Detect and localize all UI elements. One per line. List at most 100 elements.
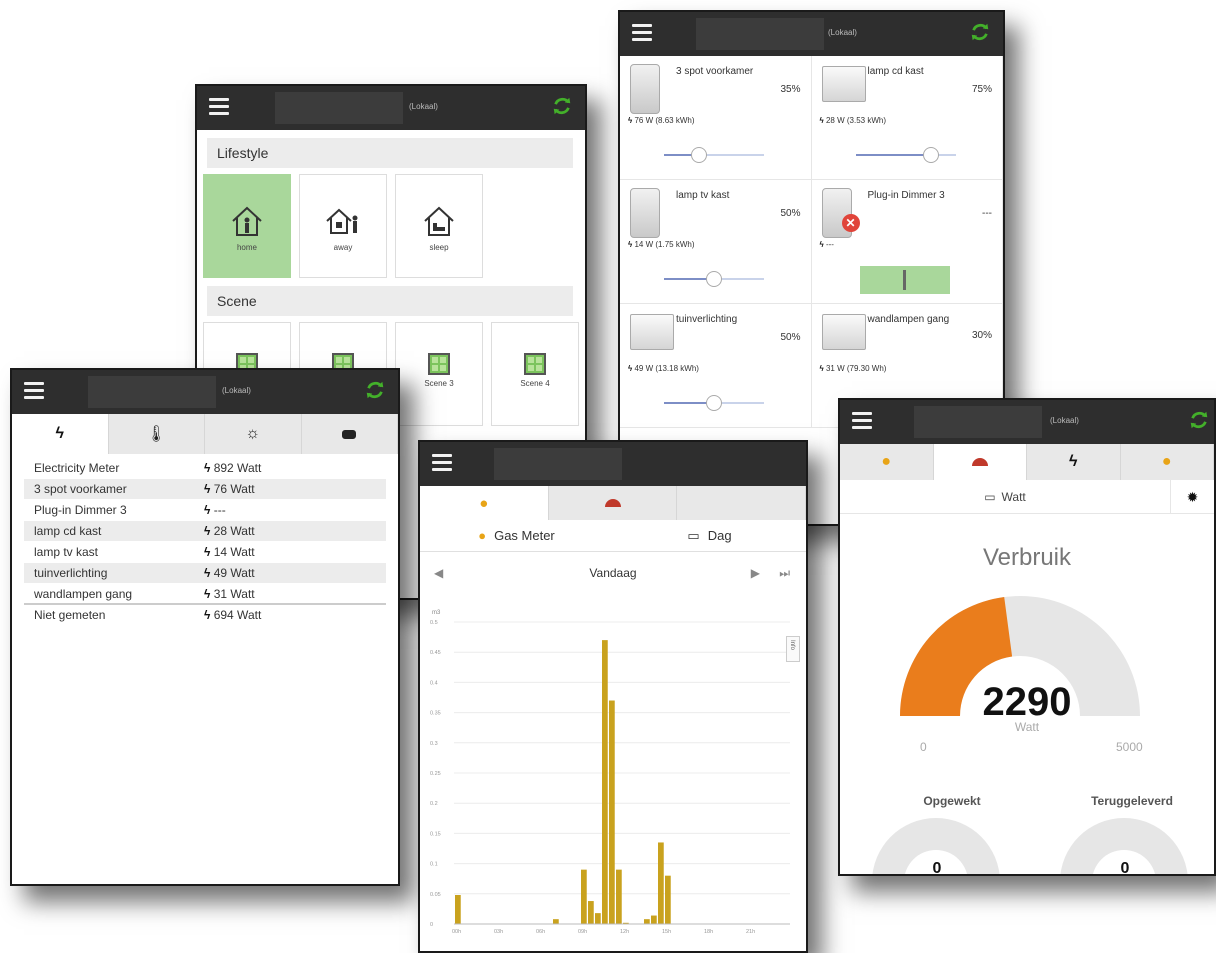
- calendar-icon: ▭: [984, 489, 996, 504]
- refresh-icon[interactable]: [551, 95, 573, 117]
- tab-extra[interactable]: [677, 486, 806, 520]
- scene-tile-3[interactable]: Scene 3: [395, 322, 483, 426]
- slider-knob[interactable]: [922, 147, 939, 163]
- dimmer-slider[interactable]: [664, 395, 764, 411]
- tab-electricity[interactable]: ϟ: [1027, 444, 1121, 480]
- mode-tile-sleep[interactable]: sleep: [395, 174, 483, 278]
- connection-label: (Lokaal): [1050, 416, 1079, 425]
- bolt-icon: ϟ: [819, 364, 824, 373]
- menu-icon[interactable]: [209, 98, 229, 116]
- mode-label: sleep: [429, 243, 449, 252]
- bolt-icon: ϟ: [819, 240, 824, 249]
- flame-icon: ●: [1161, 453, 1172, 470]
- connection-label: (Lokaal): [409, 102, 438, 111]
- top-bar: (Lokaal): [12, 370, 398, 414]
- x-tick-label: 00h: [452, 929, 461, 935]
- list-item: tuinverlichting ϟ 49 Watt: [24, 563, 386, 584]
- x-tick-label: 03h: [494, 929, 503, 935]
- info-toggle[interactable]: Info: [786, 636, 800, 662]
- tab-temperature[interactable]: 🌡: [109, 414, 205, 454]
- dimmer-module-icon: [821, 66, 866, 102]
- switch-name: tuinverlichting: [676, 314, 738, 325]
- settings-icon[interactable]: ✹: [1170, 479, 1214, 514]
- top-bar: (Lokaal): [620, 12, 1003, 56]
- switch-name: Plug-in Dimmer 3: [867, 190, 945, 201]
- unit-selector[interactable]: ▭ Watt: [840, 490, 1170, 504]
- tab-gas[interactable]: ●: [420, 486, 549, 520]
- switch-card[interactable]: 3 spot voorkamer 35% ϟ 76 W (8.63 kWh): [620, 56, 812, 180]
- meter-tab-bar: ●: [420, 486, 806, 520]
- meter-label: Gas Meter: [494, 528, 555, 543]
- gauge-value: 2290: [982, 680, 1072, 724]
- switch-card[interactable]: lamp tv kast 50% ϟ 14 W (1.75 kWh): [620, 180, 812, 304]
- menu-icon[interactable]: [432, 454, 452, 472]
- slider-knob[interactable]: [691, 147, 707, 163]
- list-item: wandlampen gang ϟ 31 Watt: [24, 584, 386, 605]
- bolt-icon: ϟ: [204, 503, 211, 517]
- gauge-min: 0: [920, 740, 927, 754]
- y-tick-label: 0.4: [430, 680, 438, 686]
- dimmer-slider[interactable]: [855, 147, 956, 163]
- refresh-icon[interactable]: [1188, 409, 1210, 431]
- toggle-switch-button[interactable]: [859, 266, 950, 294]
- mode-label: home: [236, 243, 257, 252]
- date-nav: ◀ Vandaag ▶ ⏭: [420, 552, 806, 596]
- house-bed-icon: [396, 203, 482, 239]
- bolt-icon: ϟ: [1069, 453, 1078, 470]
- plug-dimmer-icon: [630, 188, 660, 238]
- teruggeleverd-value: 0: [1120, 860, 1130, 876]
- tab-gauge[interactable]: [933, 444, 1027, 480]
- gas-bar-chart: m3 0 0.05 0.1 0.15 0.2 0.25 0.3 0.35 0.4 0.45 0.5 00…: [430, 610, 790, 935]
- teruggeleverd-title: Teruggeleverd: [1091, 794, 1173, 808]
- period-label: Dag: [707, 528, 732, 543]
- tab-solar[interactable]: ☼: [205, 414, 302, 454]
- tab-electricity[interactable]: ϟ: [12, 414, 109, 454]
- menu-icon[interactable]: [632, 24, 652, 42]
- menu-icon[interactable]: [24, 382, 44, 400]
- dimmer-module-icon: [630, 314, 674, 350]
- meter-selector[interactable]: ● Gas Meter: [420, 520, 613, 551]
- switch-card[interactable]: lamp cd kast 75% ϟ 28 W (3.53 kWh): [811, 56, 1003, 180]
- opgewekt-title: Opgewekt: [923, 794, 981, 808]
- next-icon[interactable]: ▶: [751, 566, 760, 580]
- house-away-icon: [300, 203, 386, 239]
- y-tick-label: 0: [430, 922, 433, 928]
- switch-card[interactable]: ✕ Plug-in Dimmer 3 --- ϟ ---: [811, 180, 1003, 304]
- info-label: Info: [789, 640, 795, 651]
- top-bar: [420, 442, 806, 486]
- tab-battery[interactable]: [302, 414, 398, 454]
- menu-icon[interactable]: [852, 412, 872, 430]
- switch-card[interactable]: tuinverlichting 50% ϟ 49 W (13.18 kWh): [620, 304, 812, 428]
- bar: [665, 875, 671, 924]
- refresh-icon[interactable]: [364, 379, 386, 401]
- energy-list: Electricity Meter ϟ 892 Watt 3 spot voork…: [12, 454, 398, 626]
- tab-gauge[interactable]: [549, 486, 678, 520]
- dimmer-slider[interactable]: [664, 147, 764, 163]
- y-tick-label: 0.35: [430, 711, 441, 717]
- scene-tile-4[interactable]: Scene 4: [491, 322, 579, 426]
- switch-power: ϟ 28 W (3.53 kWh): [819, 116, 886, 125]
- list-item: Electricity Meter ϟ 892 Watt: [24, 458, 386, 479]
- slider-knob[interactable]: [706, 395, 722, 411]
- list-item: Plug-in Dimmer 3ϟ ---: [24, 500, 386, 521]
- mode-tile-away[interactable]: away: [299, 174, 387, 278]
- list-item: 3 spot voorkamer ϟ 76 Watt: [24, 479, 386, 500]
- bar: [553, 919, 559, 924]
- mode-tile-home[interactable]: home: [203, 174, 291, 278]
- gauge-max: 5000: [1116, 740, 1143, 754]
- switch-percent: 75%: [971, 84, 992, 95]
- tab-gas-cost[interactable]: ●: [1121, 444, 1214, 480]
- unit-bar: ▭ Watt ✹: [840, 479, 1214, 514]
- bolt-icon: ϟ: [819, 116, 824, 125]
- dimmer-module-icon: [821, 314, 866, 350]
- controller-name-redacted: [275, 92, 403, 124]
- period-selector[interactable]: ▭ Dag: [613, 520, 806, 551]
- x-tick-label: 09h: [578, 929, 587, 935]
- tab-gas[interactable]: ●: [840, 444, 934, 480]
- y-tick-label: 0.05: [430, 892, 441, 898]
- last-icon[interactable]: ⏭: [779, 566, 790, 581]
- slider-knob[interactable]: [706, 271, 722, 287]
- opgewekt-value: 0: [932, 860, 942, 876]
- refresh-icon[interactable]: [969, 21, 991, 43]
- dimmer-slider[interactable]: [664, 271, 764, 287]
